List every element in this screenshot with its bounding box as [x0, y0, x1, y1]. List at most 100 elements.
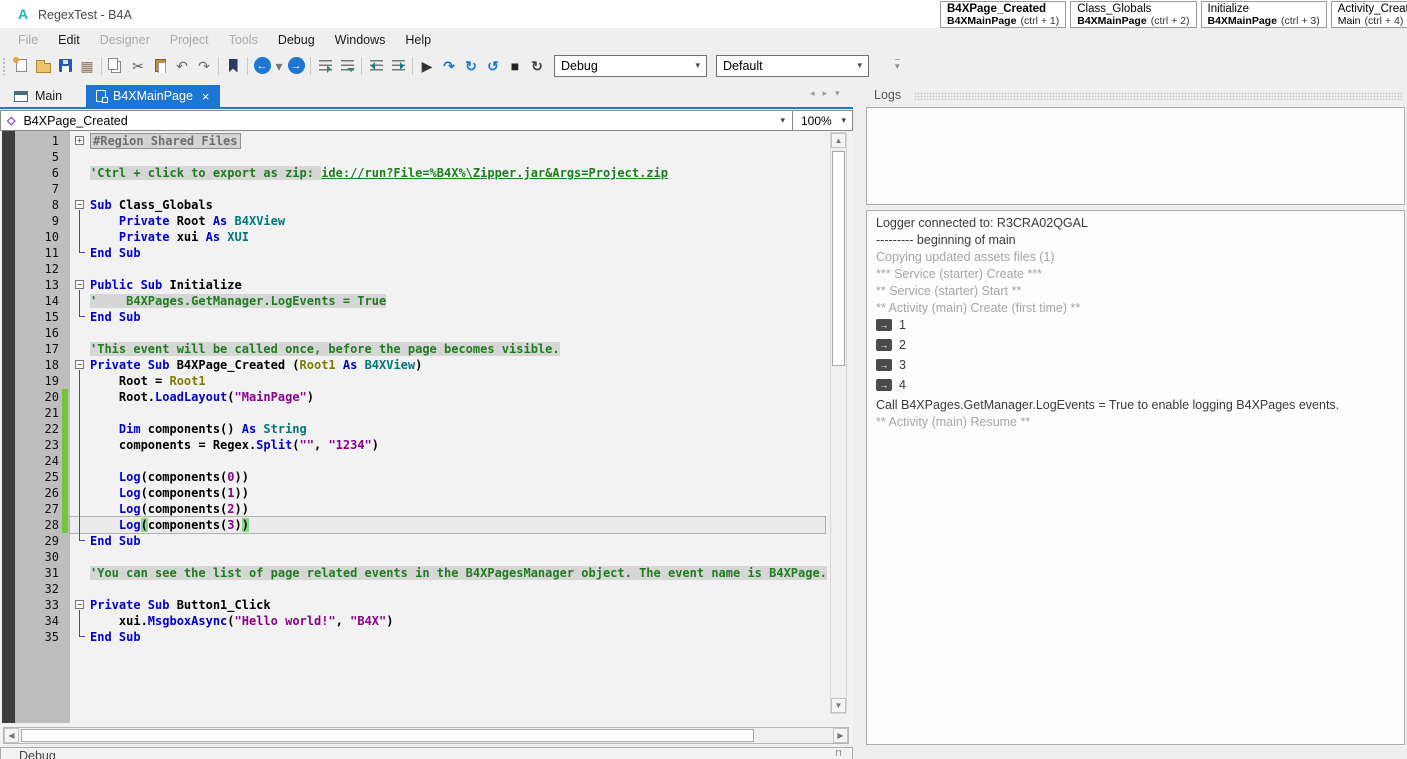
save-icon[interactable]: [54, 55, 76, 77]
rebuild-icon[interactable]: ↻: [526, 55, 548, 77]
paste-icon[interactable]: [149, 55, 171, 77]
code-line-16[interactable]: [70, 325, 825, 341]
code-line-22[interactable]: Dim components() As String: [70, 421, 825, 437]
code-line-13[interactable]: −Public Sub Initialize: [70, 277, 825, 293]
cut-icon[interactable]: ✂: [127, 55, 149, 77]
code-line-1[interactable]: +#Region Shared Files: [70, 133, 825, 149]
horizontal-scroll-thumb[interactable]: [21, 729, 754, 742]
method-select[interactable]: ◇ B4XPage_Created ▾: [0, 110, 793, 131]
tab-list-icon[interactable]: ▾: [835, 88, 840, 99]
code-line-26[interactable]: Log(components(1)): [70, 485, 825, 501]
debug-mode-select[interactable]: Debug ▾: [554, 55, 707, 77]
scroll-right-icon[interactable]: ▶: [833, 728, 848, 743]
menu-file[interactable]: File: [8, 29, 48, 51]
code-line-7[interactable]: [70, 181, 825, 197]
shift-left-icon[interactable]: [365, 55, 387, 77]
step-out-icon[interactable]: ↺: [482, 55, 504, 77]
quick-access-initialize[interactable]: InitializeB4XMainPage(ctrl + 3): [1201, 1, 1327, 28]
close-icon[interactable]: ×: [202, 90, 210, 103]
code-line-34[interactable]: xui.MsgboxAsync("Hello world!", "B4X"): [70, 613, 825, 629]
menu-tools[interactable]: Tools: [219, 29, 268, 51]
fold-collapse-icon[interactable]: −: [75, 200, 84, 209]
fold-collapse-icon[interactable]: −: [75, 280, 84, 289]
menu-windows[interactable]: Windows: [325, 29, 396, 51]
quick-access-subtitle: B4XMainPage(ctrl + 3): [1208, 15, 1320, 27]
code-line-30[interactable]: [70, 549, 825, 565]
run-icon[interactable]: ▶: [416, 55, 438, 77]
new-project-icon[interactable]: [10, 55, 32, 77]
line-number: 9: [52, 213, 59, 229]
tab-scroll-left-icon[interactable]: ◂: [810, 88, 815, 99]
quick-access-b4xpage_created[interactable]: B4XPage_CreatedB4XMainPage(ctrl + 1): [940, 1, 1066, 28]
line-number: 34: [45, 613, 59, 629]
undo-icon[interactable]: ↶: [171, 55, 193, 77]
step-over-icon[interactable]: ↻: [460, 55, 482, 77]
code-line-29[interactable]: End Sub: [70, 533, 825, 549]
menu-help[interactable]: Help: [395, 29, 441, 51]
code-line-5[interactable]: [70, 149, 825, 165]
code-line-25[interactable]: Log(components(0)): [70, 469, 825, 485]
code-line-14[interactable]: ' B4XPages.GetManager.LogEvents = True: [70, 293, 825, 309]
vertical-scroll-thumb[interactable]: [832, 151, 845, 366]
redo-icon[interactable]: ↷: [193, 55, 215, 77]
code-line-11[interactable]: End Sub: [70, 245, 825, 261]
code-line-19[interactable]: Root = Root1: [70, 373, 825, 389]
back-dropdown-caret-icon[interactable]: ▾: [273, 55, 285, 77]
code-line-28[interactable]: Log(components(3)): [70, 517, 825, 533]
format-code-icon[interactable]: [314, 55, 336, 77]
tab-main[interactable]: Main: [4, 85, 72, 107]
code-line-17[interactable]: 'This event will be called once, before …: [70, 341, 825, 357]
menu-project[interactable]: Project: [160, 29, 219, 51]
code-line-31[interactable]: 'You can see the list of page related ev…: [70, 565, 825, 581]
editor-zoom-select[interactable]: 100% ▾: [793, 110, 853, 131]
scroll-left-icon[interactable]: ◀: [4, 728, 19, 743]
comment-code-icon[interactable]: [336, 55, 358, 77]
bookmark-icon[interactable]: [222, 55, 244, 77]
code-line-12[interactable]: [70, 261, 825, 277]
scroll-down-icon[interactable]: ▼: [831, 698, 846, 713]
navigate-forward-icon[interactable]: →: [285, 55, 307, 77]
code-line-32[interactable]: [70, 581, 825, 597]
code-line-15[interactable]: End Sub: [70, 309, 825, 325]
menu-edit[interactable]: Edit: [48, 29, 90, 51]
code-line-33[interactable]: −Private Sub Button1_Click: [70, 597, 825, 613]
open-project-icon[interactable]: [32, 55, 54, 77]
code-line-23[interactable]: components = Regex.Split("", "1234"): [70, 437, 825, 453]
logs-upper-area[interactable]: [866, 107, 1405, 205]
code-line-18[interactable]: −Private Sub B4XPage_Created (Root1 As B…: [70, 357, 825, 373]
tab-scroll-right-icon[interactable]: ▸: [823, 88, 828, 99]
fold-collapse-icon[interactable]: −: [75, 360, 84, 369]
tab-b4xmainpage[interactable]: B4XMainPage×: [86, 85, 220, 107]
code-line-10[interactable]: Private xui As XUI: [70, 229, 825, 245]
menu-debug[interactable]: Debug: [268, 29, 325, 51]
fold-collapse-icon[interactable]: −: [75, 600, 84, 609]
code-line-27[interactable]: Log(components(2)): [70, 501, 825, 517]
stop-icon[interactable]: ■: [504, 55, 526, 77]
modules-icon[interactable]: ▦: [76, 55, 98, 77]
toolbar-overflow-icon[interactable]: ▾: [895, 59, 900, 72]
code-line-8[interactable]: −Sub Class_Globals: [70, 197, 825, 213]
code-line-35[interactable]: End Sub: [70, 629, 825, 645]
logs-output-area[interactable]: Logger connected to: R3CRA02QGAL--------…: [866, 210, 1405, 745]
code-editor[interactable]: 1567891011121314151617181920212223242526…: [0, 131, 853, 745]
quick-access-activity_create[interactable]: Activity_CreateMain(ctrl + 4): [1331, 1, 1407, 28]
scroll-up-icon[interactable]: ▲: [831, 133, 846, 148]
code-line-24[interactable]: [70, 453, 825, 469]
logs-panel-drag-texture[interactable]: [914, 92, 1402, 100]
copy-icon[interactable]: [105, 55, 127, 77]
code-line-9[interactable]: Private Root As B4XView: [70, 213, 825, 229]
code-line-20[interactable]: Root.LoadLayout("MainPage"): [70, 389, 825, 405]
code-line-6[interactable]: 'Ctrl + click to export as zip: ide://ru…: [70, 165, 825, 181]
step-into-icon[interactable]: ↷: [438, 55, 460, 77]
breakpoint-margin[interactable]: [2, 131, 15, 723]
dock-icon[interactable]: ⊓: [835, 748, 842, 759]
editor-horizontal-scrollbar[interactable]: ◀ ▶: [3, 727, 849, 744]
menu-designer[interactable]: Designer: [90, 29, 160, 51]
fold-expand-icon[interactable]: +: [75, 136, 84, 145]
build-configuration-select[interactable]: Default ▾: [716, 55, 869, 77]
navigate-back-icon[interactable]: ←: [251, 55, 273, 77]
code-line-21[interactable]: [70, 405, 825, 421]
shift-right-icon[interactable]: [387, 55, 409, 77]
editor-vertical-scrollbar[interactable]: ▲ ▼: [830, 132, 847, 714]
quick-access-class_globals[interactable]: Class_GlobalsB4XMainPage(ctrl + 2): [1070, 1, 1196, 28]
